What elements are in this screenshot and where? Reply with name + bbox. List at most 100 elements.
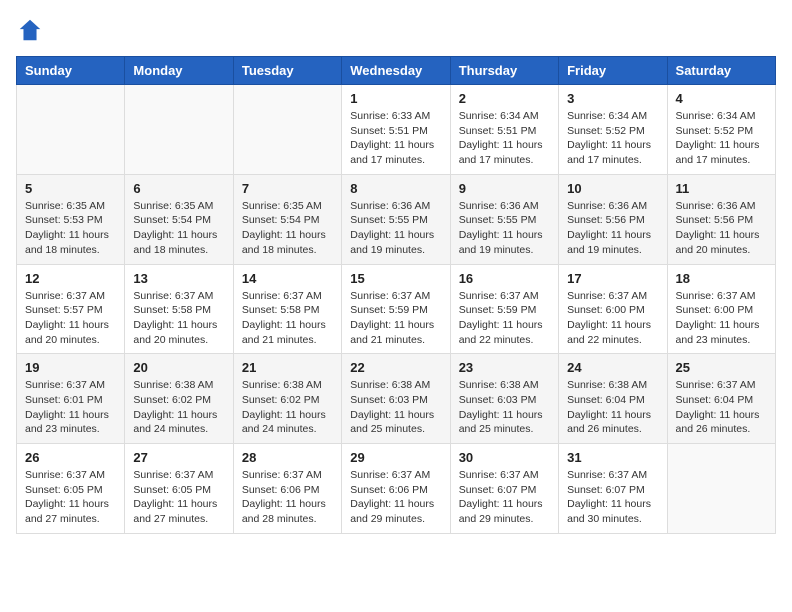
day-number: 1 bbox=[350, 91, 441, 106]
day-info: Sunrise: 6:36 AM Sunset: 5:55 PM Dayligh… bbox=[459, 199, 550, 258]
calendar-cell: 22 Sunrise: 6:38 AM Sunset: 6:03 PM Dayli… bbox=[342, 354, 450, 444]
calendar-cell bbox=[17, 85, 125, 175]
calendar-week-row: 26 Sunrise: 6:37 AM Sunset: 6:05 PM Dayli… bbox=[17, 444, 776, 534]
day-info: Sunrise: 6:37 AM Sunset: 6:05 PM Dayligh… bbox=[133, 468, 224, 527]
day-info: Sunrise: 6:33 AM Sunset: 5:51 PM Dayligh… bbox=[350, 109, 441, 168]
day-number: 21 bbox=[242, 360, 333, 375]
day-info: Sunrise: 6:37 AM Sunset: 6:00 PM Dayligh… bbox=[567, 289, 658, 348]
calendar-cell: 30 Sunrise: 6:37 AM Sunset: 6:07 PM Dayli… bbox=[450, 444, 558, 534]
day-info: Sunrise: 6:34 AM Sunset: 5:51 PM Dayligh… bbox=[459, 109, 550, 168]
day-number: 3 bbox=[567, 91, 658, 106]
weekday-header-friday: Friday bbox=[559, 57, 667, 85]
day-info: Sunrise: 6:37 AM Sunset: 6:07 PM Dayligh… bbox=[459, 468, 550, 527]
day-info: Sunrise: 6:37 AM Sunset: 6:06 PM Dayligh… bbox=[242, 468, 333, 527]
day-info: Sunrise: 6:36 AM Sunset: 5:55 PM Dayligh… bbox=[350, 199, 441, 258]
calendar-cell: 29 Sunrise: 6:37 AM Sunset: 6:06 PM Dayli… bbox=[342, 444, 450, 534]
day-info: Sunrise: 6:37 AM Sunset: 6:06 PM Dayligh… bbox=[350, 468, 441, 527]
calendar-cell bbox=[667, 444, 775, 534]
calendar-cell: 31 Sunrise: 6:37 AM Sunset: 6:07 PM Dayli… bbox=[559, 444, 667, 534]
day-number: 31 bbox=[567, 450, 658, 465]
day-number: 6 bbox=[133, 181, 224, 196]
day-number: 18 bbox=[676, 271, 767, 286]
day-number: 23 bbox=[459, 360, 550, 375]
day-info: Sunrise: 6:37 AM Sunset: 5:59 PM Dayligh… bbox=[350, 289, 441, 348]
day-info: Sunrise: 6:37 AM Sunset: 5:58 PM Dayligh… bbox=[133, 289, 224, 348]
calendar-cell: 9 Sunrise: 6:36 AM Sunset: 5:55 PM Daylig… bbox=[450, 174, 558, 264]
day-number: 26 bbox=[25, 450, 116, 465]
day-number: 29 bbox=[350, 450, 441, 465]
day-number: 20 bbox=[133, 360, 224, 375]
calendar-cell: 23Sunrise: 6:38 AM Sunset: 6:03 PM Dayli… bbox=[450, 354, 558, 444]
day-number: 8 bbox=[350, 181, 441, 196]
calendar-cell: 11Sunrise: 6:36 AM Sunset: 5:56 PM Dayli… bbox=[667, 174, 775, 264]
calendar-table: SundayMondayTuesdayWednesdayThursdayFrid… bbox=[16, 56, 776, 534]
day-info: Sunrise: 6:36 AM Sunset: 5:56 PM Dayligh… bbox=[676, 199, 767, 258]
calendar-cell: 13Sunrise: 6:37 AM Sunset: 5:58 PM Dayli… bbox=[125, 264, 233, 354]
day-number: 2 bbox=[459, 91, 550, 106]
calendar-cell: 21 Sunrise: 6:38 AM Sunset: 6:02 PM Dayli… bbox=[233, 354, 341, 444]
day-info: Sunrise: 6:35 AM Sunset: 5:53 PM Dayligh… bbox=[25, 199, 116, 258]
day-number: 4 bbox=[676, 91, 767, 106]
weekday-header-saturday: Saturday bbox=[667, 57, 775, 85]
calendar-cell: 3 Sunrise: 6:34 AM Sunset: 5:52 PM Daylig… bbox=[559, 85, 667, 175]
calendar-cell: 24 Sunrise: 6:38 AM Sunset: 6:04 PM Dayli… bbox=[559, 354, 667, 444]
day-info: Sunrise: 6:37 AM Sunset: 6:07 PM Dayligh… bbox=[567, 468, 658, 527]
day-info: Sunrise: 6:36 AM Sunset: 5:56 PM Dayligh… bbox=[567, 199, 658, 258]
page-header bbox=[16, 16, 776, 44]
day-number: 24 bbox=[567, 360, 658, 375]
day-info: Sunrise: 6:37 AM Sunset: 5:57 PM Dayligh… bbox=[25, 289, 116, 348]
day-number: 9 bbox=[459, 181, 550, 196]
day-number: 19 bbox=[25, 360, 116, 375]
calendar-cell: 6 Sunrise: 6:35 AM Sunset: 5:54 PM Daylig… bbox=[125, 174, 233, 264]
calendar-cell: 5 Sunrise: 6:35 AM Sunset: 5:53 PM Daylig… bbox=[17, 174, 125, 264]
calendar-cell: 19 Sunrise: 6:37 AM Sunset: 6:01 PM Dayli… bbox=[17, 354, 125, 444]
calendar-week-row: 1 Sunrise: 6:33 AM Sunset: 5:51 PM Daylig… bbox=[17, 85, 776, 175]
day-number: 28 bbox=[242, 450, 333, 465]
day-info: Sunrise: 6:38 AM Sunset: 6:02 PM Dayligh… bbox=[242, 378, 333, 437]
day-info: Sunrise: 6:38 AM Sunset: 6:02 PM Dayligh… bbox=[133, 378, 224, 437]
calendar-cell: 1 Sunrise: 6:33 AM Sunset: 5:51 PM Daylig… bbox=[342, 85, 450, 175]
calendar-cell: 18Sunrise: 6:37 AM Sunset: 6:00 PM Dayli… bbox=[667, 264, 775, 354]
day-info: Sunrise: 6:37 AM Sunset: 6:05 PM Dayligh… bbox=[25, 468, 116, 527]
weekday-header-sunday: Sunday bbox=[17, 57, 125, 85]
calendar-cell: 27 Sunrise: 6:37 AM Sunset: 6:05 PM Dayli… bbox=[125, 444, 233, 534]
day-number: 7 bbox=[242, 181, 333, 196]
day-info: Sunrise: 6:34 AM Sunset: 5:52 PM Dayligh… bbox=[676, 109, 767, 168]
weekday-header-monday: Monday bbox=[125, 57, 233, 85]
day-info: Sunrise: 6:38 AM Sunset: 6:03 PM Dayligh… bbox=[350, 378, 441, 437]
calendar-cell: 15Sunrise: 6:37 AM Sunset: 5:59 PM Dayli… bbox=[342, 264, 450, 354]
calendar-cell bbox=[233, 85, 341, 175]
day-number: 10 bbox=[567, 181, 658, 196]
calendar-week-row: 5 Sunrise: 6:35 AM Sunset: 5:53 PM Daylig… bbox=[17, 174, 776, 264]
calendar-cell bbox=[125, 85, 233, 175]
day-number: 17 bbox=[567, 271, 658, 286]
day-info: Sunrise: 6:35 AM Sunset: 5:54 PM Dayligh… bbox=[242, 199, 333, 258]
calendar-week-row: 12 Sunrise: 6:37 AM Sunset: 5:57 PM Dayli… bbox=[17, 264, 776, 354]
calendar-cell: 12 Sunrise: 6:37 AM Sunset: 5:57 PM Dayli… bbox=[17, 264, 125, 354]
day-number: 30 bbox=[459, 450, 550, 465]
weekday-header-row: SundayMondayTuesdayWednesdayThursdayFrid… bbox=[17, 57, 776, 85]
day-info: Sunrise: 6:37 AM Sunset: 5:58 PM Dayligh… bbox=[242, 289, 333, 348]
day-info: Sunrise: 6:37 AM Sunset: 5:59 PM Dayligh… bbox=[459, 289, 550, 348]
day-info: Sunrise: 6:38 AM Sunset: 6:04 PM Dayligh… bbox=[567, 378, 658, 437]
calendar-cell: 25Sunrise: 6:37 AM Sunset: 6:04 PM Dayli… bbox=[667, 354, 775, 444]
day-number: 5 bbox=[25, 181, 116, 196]
calendar-cell: 2 Sunrise: 6:34 AM Sunset: 5:51 PM Daylig… bbox=[450, 85, 558, 175]
weekday-header-wednesday: Wednesday bbox=[342, 57, 450, 85]
day-number: 16 bbox=[459, 271, 550, 286]
day-number: 14 bbox=[242, 271, 333, 286]
day-info: Sunrise: 6:34 AM Sunset: 5:52 PM Dayligh… bbox=[567, 109, 658, 168]
day-number: 22 bbox=[350, 360, 441, 375]
calendar-cell: 14 Sunrise: 6:37 AM Sunset: 5:58 PM Dayli… bbox=[233, 264, 341, 354]
weekday-header-tuesday: Tuesday bbox=[233, 57, 341, 85]
logo-icon bbox=[16, 16, 44, 44]
day-info: Sunrise: 6:37 AM Sunset: 6:01 PM Dayligh… bbox=[25, 378, 116, 437]
day-info: Sunrise: 6:35 AM Sunset: 5:54 PM Dayligh… bbox=[133, 199, 224, 258]
calendar-cell: 16 Sunrise: 6:37 AM Sunset: 5:59 PM Dayli… bbox=[450, 264, 558, 354]
calendar-week-row: 19 Sunrise: 6:37 AM Sunset: 6:01 PM Dayli… bbox=[17, 354, 776, 444]
day-number: 25 bbox=[676, 360, 767, 375]
day-number: 12 bbox=[25, 271, 116, 286]
day-number: 27 bbox=[133, 450, 224, 465]
calendar-cell: 4 Sunrise: 6:34 AM Sunset: 5:52 PM Daylig… bbox=[667, 85, 775, 175]
calendar-cell: 10 Sunrise: 6:36 AM Sunset: 5:56 PM Dayli… bbox=[559, 174, 667, 264]
